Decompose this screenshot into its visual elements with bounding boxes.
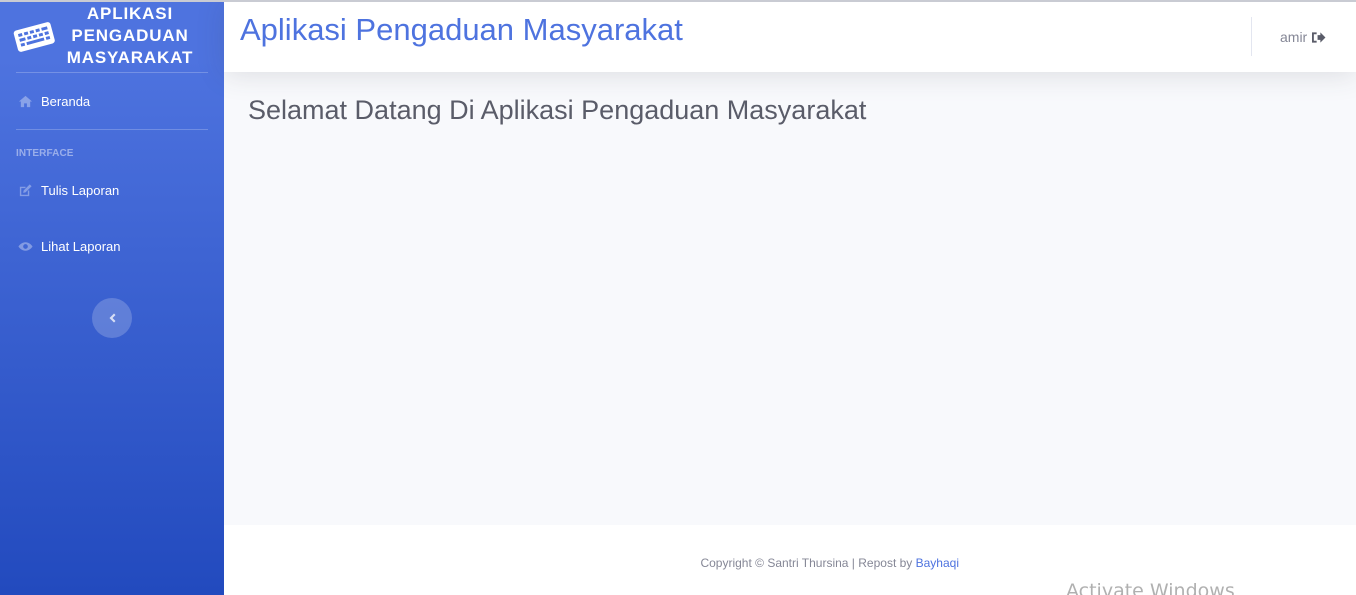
sidebar-item-label: Beranda xyxy=(41,93,91,109)
sidebar-item-beranda[interactable]: Beranda xyxy=(16,89,90,113)
brand-line-2: PENGADUAN xyxy=(71,26,189,45)
home-icon xyxy=(16,93,34,109)
welcome-heading: Selamat Datang Di Aplikasi Pengaduan Mas… xyxy=(248,95,867,125)
page-title: Aplikasi Pengaduan Masyarakat xyxy=(240,12,683,47)
sidebar-brand[interactable]: APLIKASI PENGADUAN MASYARAKAT xyxy=(0,0,224,72)
copyright-text: Copyright © Santri Thursina | Repost by … xyxy=(224,556,959,570)
user-name: amir xyxy=(1280,29,1308,45)
window-top-border xyxy=(0,0,1356,2)
copyright-prefix: Copyright © Santri Thursina | Repost by xyxy=(700,556,916,570)
sidebar-item-label: Tulis Laporan xyxy=(41,182,120,198)
sidebar-divider xyxy=(16,72,208,73)
activate-windows-watermark: Activate Windows xyxy=(1066,580,1235,595)
sidebar-item-lihat-laporan[interactable]: Lihat Laporan xyxy=(16,234,121,258)
brand-title: APLIKASI PENGADUAN MASYARAKAT xyxy=(66,3,194,69)
sidebar-toggle-button[interactable] xyxy=(92,298,132,338)
author-link[interactable]: Bayhaqi xyxy=(916,556,959,570)
user-logout-link[interactable]: amir xyxy=(1280,27,1326,47)
sidebar: APLIKASI PENGADUAN MASYARAKAT Beranda IN… xyxy=(0,0,224,595)
sign-out-icon xyxy=(1312,31,1326,43)
topbar: Aplikasi Pengaduan Masyarakat amir xyxy=(224,0,1356,72)
topbar-divider xyxy=(1251,17,1252,56)
sidebar-divider xyxy=(16,129,208,130)
keyboard-icon xyxy=(13,22,55,52)
brand-line-1: APLIKASI xyxy=(86,4,174,23)
chevron-left-icon xyxy=(109,313,116,323)
brand-line-3: MASYARAKAT xyxy=(66,48,194,67)
sidebar-item-tulis-laporan[interactable]: Tulis Laporan xyxy=(16,178,119,202)
eye-icon xyxy=(16,238,34,254)
sidebar-heading: INTERFACE xyxy=(16,148,74,159)
edit-icon xyxy=(16,182,34,198)
sidebar-item-label: Lihat Laporan xyxy=(41,238,121,254)
